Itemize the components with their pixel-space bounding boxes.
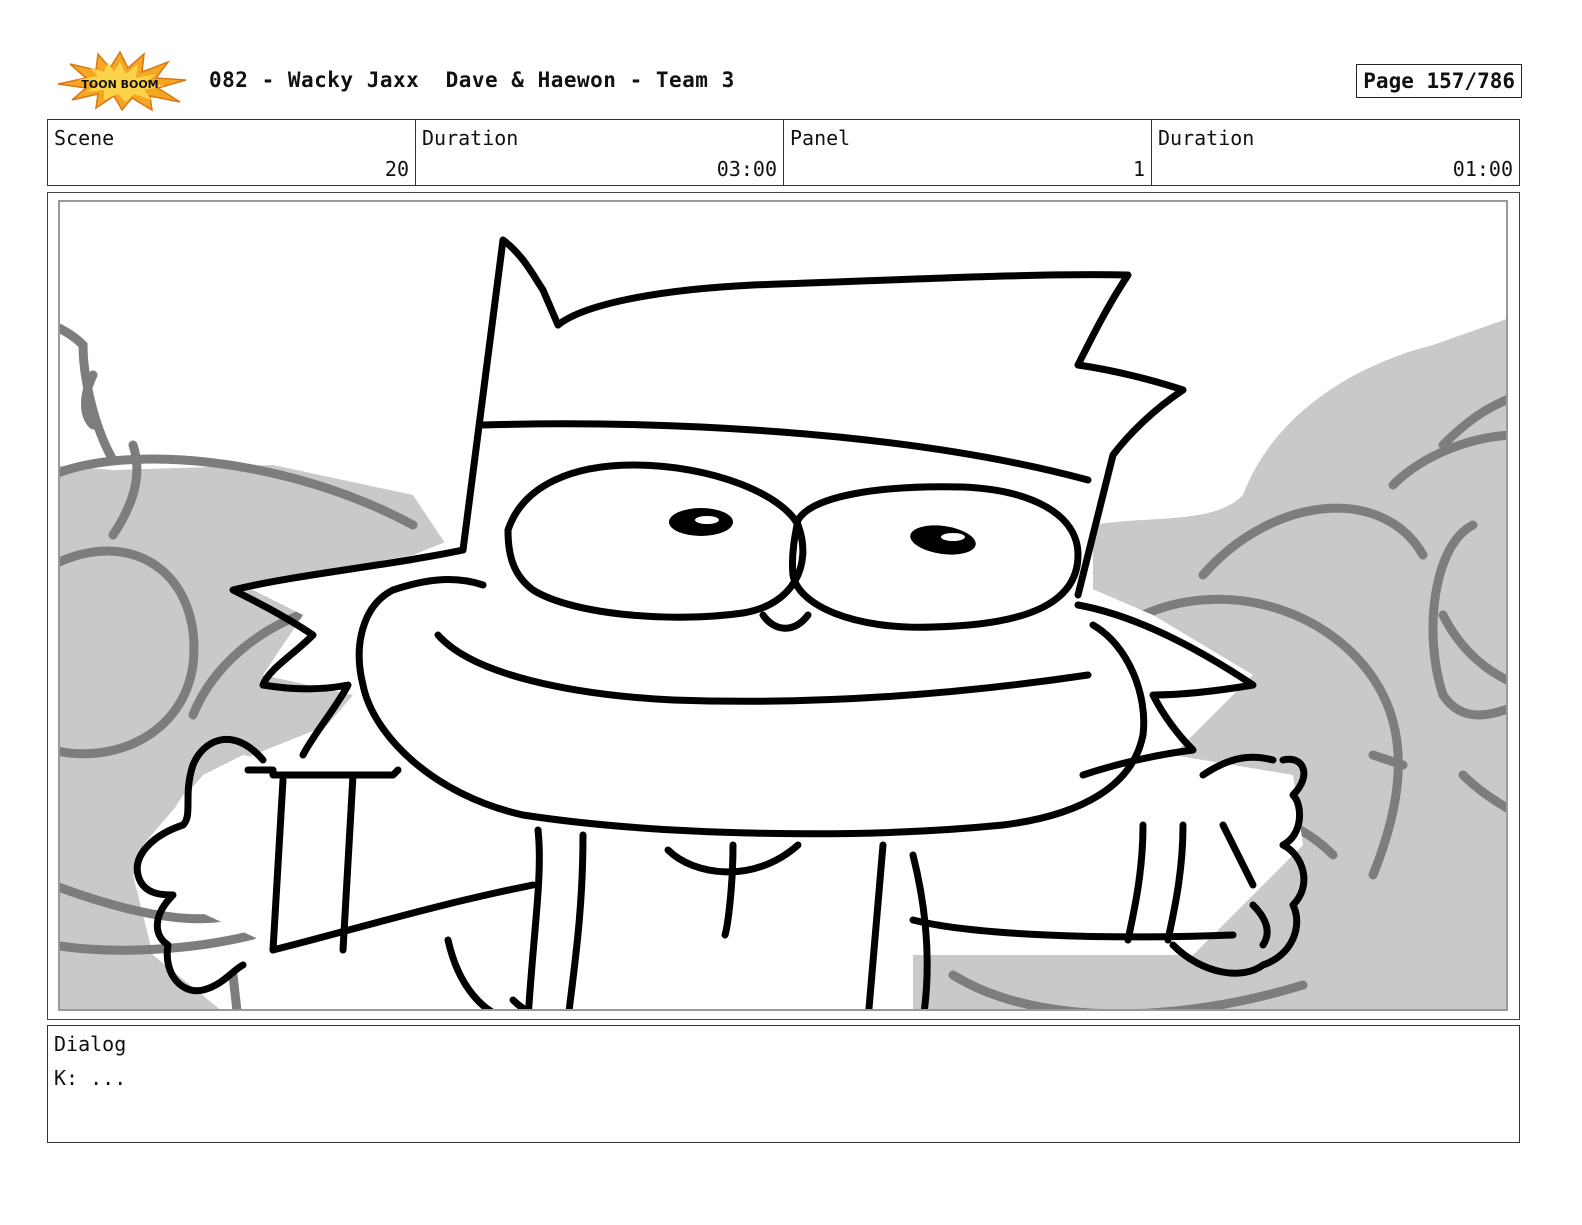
scene-info-row: Scene 20 Duration 03:00 Panel 1 Duration… bbox=[47, 119, 1520, 186]
panel-duration-label: Duration bbox=[1158, 126, 1255, 150]
scene-label: Scene bbox=[54, 126, 115, 150]
panel-duration-value: 01:00 bbox=[1452, 157, 1513, 181]
scene-duration-label: Duration bbox=[422, 126, 519, 150]
scene-cell: Scene 20 bbox=[48, 120, 416, 185]
panel-value: 1 bbox=[1132, 157, 1145, 181]
dialog-label: Dialog bbox=[54, 1032, 127, 1056]
document-title: 082 - Wacky Jaxx Dave & Haewon - Team 3 bbox=[209, 68, 735, 92]
panel-drawing-area bbox=[58, 200, 1508, 1011]
dialog-box: Dialog K: ... bbox=[47, 1025, 1520, 1143]
panel-label: Panel bbox=[790, 126, 851, 150]
toon-boom-logo: TOON BOOM bbox=[57, 50, 187, 112]
logo-wordmark: TOON BOOM bbox=[81, 78, 158, 91]
page-header: TOON BOOM 082 - Wacky Jaxx Dave & Haewon… bbox=[52, 48, 1522, 118]
page-number: Page 157/786 bbox=[1356, 64, 1522, 98]
scene-duration-value: 03:00 bbox=[716, 157, 777, 181]
scene-value: 20 bbox=[384, 157, 409, 181]
panel-cell: Panel 1 bbox=[784, 120, 1152, 185]
storyboard-sketch bbox=[60, 235, 1506, 1009]
scene-duration-cell: Duration 03:00 bbox=[416, 120, 784, 185]
storyboard-panel bbox=[47, 192, 1520, 1020]
dialog-line: K: ... bbox=[54, 1066, 127, 1090]
panel-duration-cell: Duration 01:00 bbox=[1152, 120, 1519, 185]
